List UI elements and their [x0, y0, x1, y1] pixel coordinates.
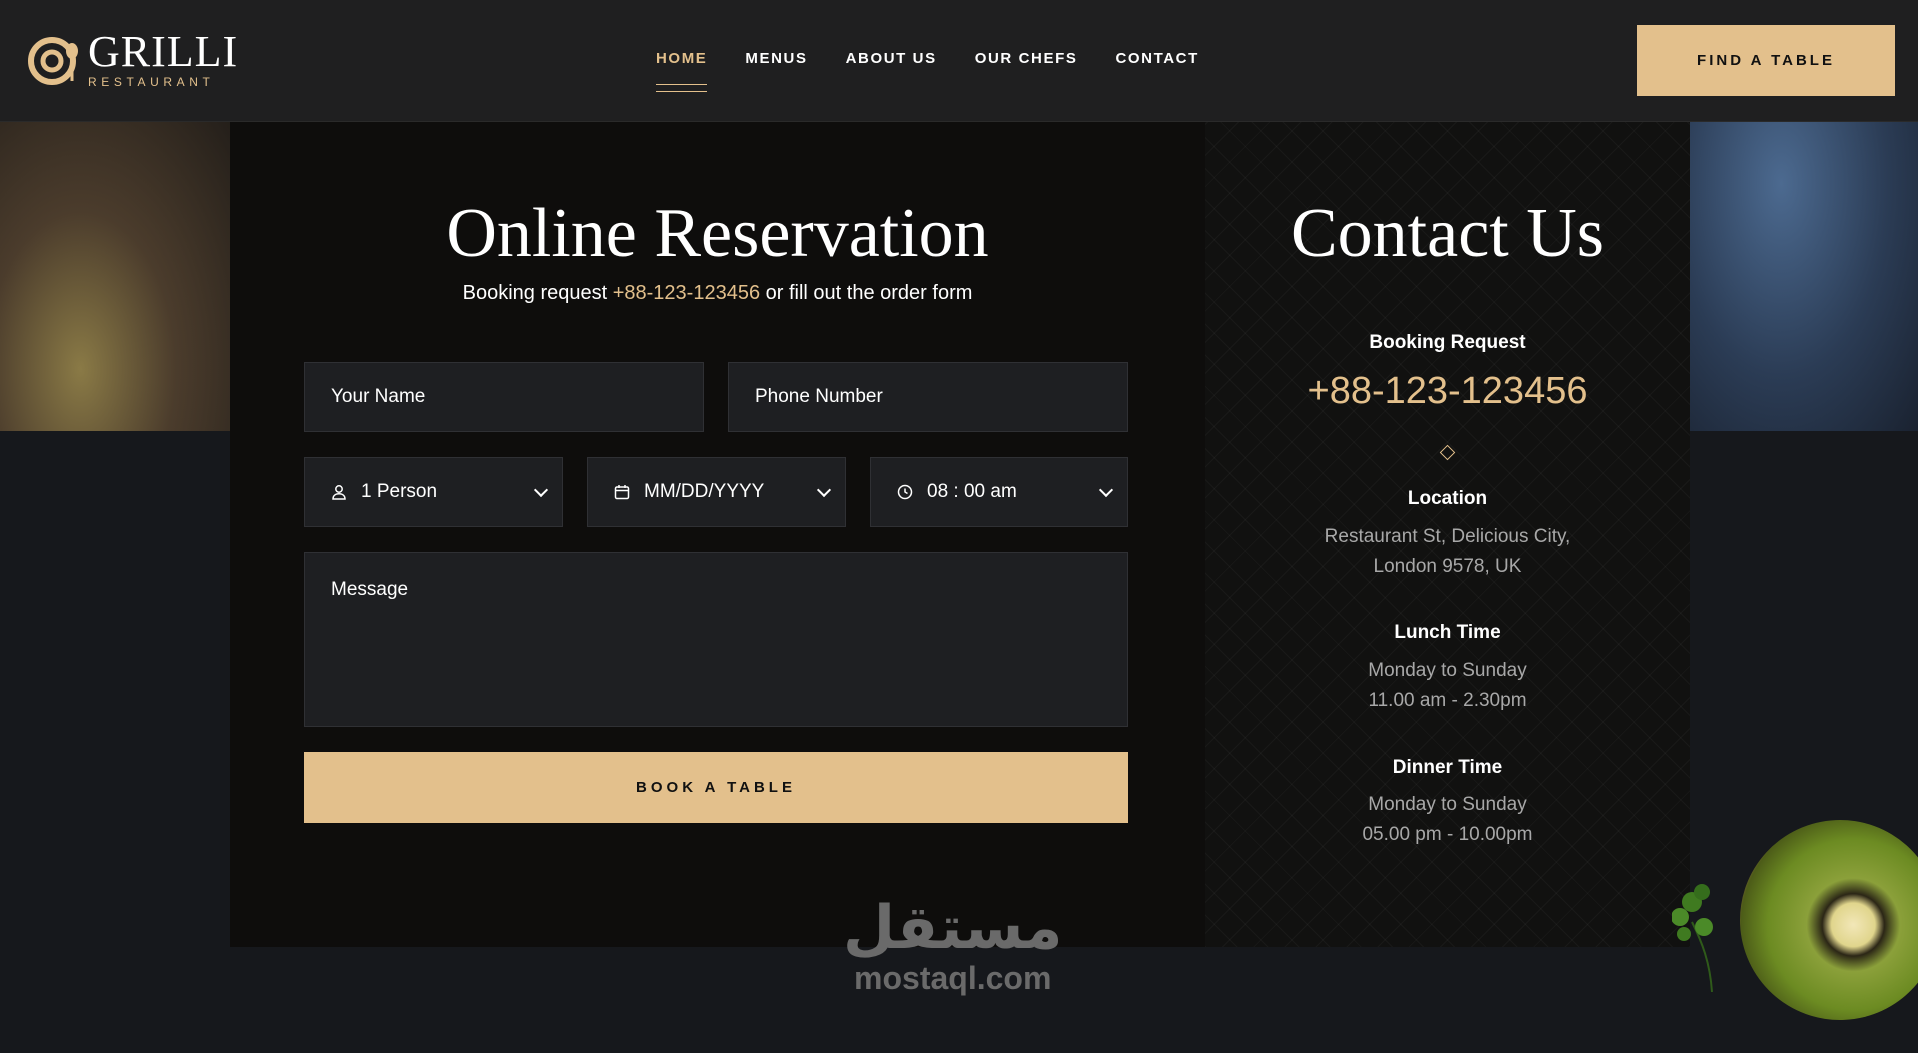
nav-home[interactable]: HOME	[656, 50, 708, 92]
location-label: Location	[1407, 488, 1488, 509]
logo[interactable]: GRILLI RESTAURANT	[28, 30, 238, 88]
calendar-icon	[614, 485, 630, 500]
hero-right-image	[1690, 122, 1918, 431]
reservation-subtitle: Booking request +88-123-123456 or fill o…	[230, 282, 1205, 305]
time-select-value: 08 : 00 am	[927, 481, 1017, 502]
logo-title: GRILLI	[88, 27, 239, 76]
clock-icon	[897, 484, 913, 500]
subtitle-phone-link[interactable]: +88-123-123456	[613, 282, 760, 304]
location-line-1: Restaurant St, Delicious City,	[1324, 526, 1571, 547]
subtitle-text-after: or fill out the order form	[760, 282, 973, 304]
subtitle-text-before: Booking request	[462, 282, 613, 304]
book-a-table-button[interactable]: BOOK A TABLE	[304, 752, 1128, 823]
time-select[interactable]: 08 : 00 am	[870, 457, 1128, 527]
chevron-down-icon	[816, 482, 832, 498]
dinner-time-label: Dinner Time	[1392, 757, 1503, 778]
kiwi-decoration-icon	[1707, 787, 1918, 1053]
dinner-hours: 05.00 pm - 10.00pm	[1362, 824, 1533, 845]
booking-request-label: Booking Request	[1369, 332, 1526, 353]
lunch-days: Monday to Sunday	[1368, 660, 1527, 681]
site-header: GRILLI RESTAURANT HOME MENUS ABOUT US OU…	[0, 0, 1918, 122]
diamond-divider-icon	[1439, 444, 1456, 461]
hero-left-image	[0, 122, 230, 431]
dinner-days: Monday to Sunday	[1368, 794, 1527, 815]
reservation-title: Online Reservation	[446, 195, 989, 272]
person-select-value: 1 Person	[361, 481, 438, 502]
logo-subtitle: RESTAURANT	[88, 75, 215, 89]
name-input[interactable]: Your Name	[304, 362, 704, 432]
booking-phone-link[interactable]: +88-123-123456	[1205, 370, 1690, 413]
find-a-table-button[interactable]: FIND A TABLE	[1637, 25, 1895, 96]
lunch-time-label: Lunch Time	[1394, 622, 1501, 643]
contact-panel: Contact Us Booking Request +88-123-12345…	[1205, 122, 1690, 947]
phone-input-placeholder: Phone Number	[755, 386, 883, 407]
watermark-latin: mostaql.com	[854, 960, 1052, 996]
chevron-down-icon	[1098, 482, 1114, 498]
contact-title: Contact Us	[1290, 195, 1605, 272]
reservation-panel: Online Reservation Booking request +88-1…	[230, 122, 1205, 947]
nav-our-chefs[interactable]: OUR CHEFS	[975, 50, 1078, 67]
name-input-placeholder: Your Name	[331, 386, 426, 407]
message-textarea[interactable]: Message	[304, 552, 1128, 727]
watermark: مستقل mostaql.com	[843, 896, 1062, 996]
phone-input[interactable]: Phone Number	[728, 362, 1128, 432]
date-select[interactable]: MM/DD/YYYY	[587, 457, 846, 527]
nav-about-us[interactable]: ABOUT US	[846, 50, 937, 67]
person-select[interactable]: 1 Person	[304, 457, 563, 527]
chevron-down-icon	[533, 482, 549, 498]
nav-contact[interactable]: CONTACT	[1115, 50, 1198, 67]
message-placeholder: Message	[331, 579, 409, 600]
person-icon	[332, 485, 346, 500]
location-line-2: London 9578, UK	[1373, 556, 1522, 577]
main-nav: HOME MENUS ABOUT US OUR CHEFS CONTACT	[656, 50, 1237, 92]
watermark-arabic: مستقل	[843, 893, 1063, 963]
date-select-value: MM/DD/YYYY	[644, 481, 765, 502]
nav-menus[interactable]: MENUS	[745, 50, 807, 67]
lunch-hours: 11.00 am - 2.30pm	[1368, 690, 1527, 711]
logo-icon	[28, 37, 78, 85]
